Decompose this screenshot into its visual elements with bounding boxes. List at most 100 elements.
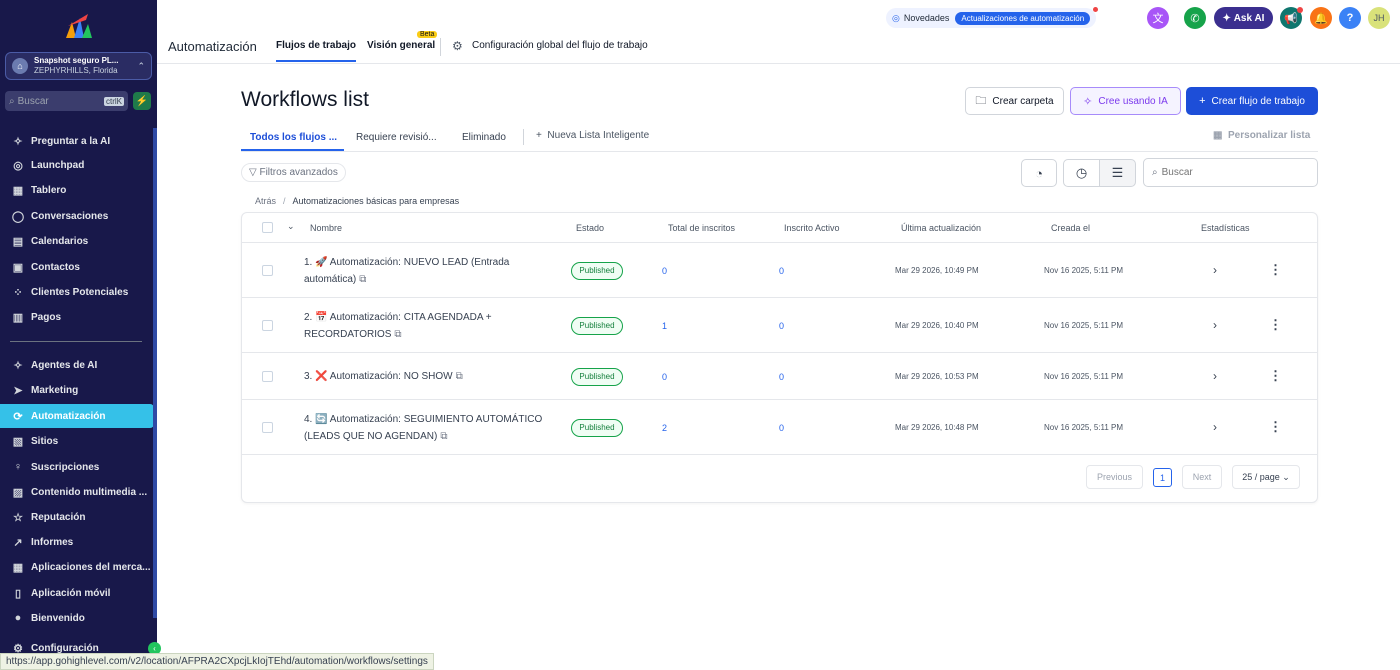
row-checkbox[interactable] [262,370,273,382]
sidebar-item-bienvenido[interactable]: ● Bienvenido [0,606,154,630]
total-enrolled[interactable]: 1 [662,321,667,331]
sparkle-icon: ✧ [13,135,23,148]
chevron-right-icon[interactable]: › [1213,263,1217,277]
bell-icon[interactable]: 🔔 [1310,7,1332,29]
sidebar-item-suscripciones[interactable]: ♀ Suscripciones [0,455,154,479]
sidebar-item-launchpad[interactable]: ◎ Launchpad [0,153,154,177]
previous-page-button[interactable]: Previous [1086,465,1143,489]
workflow-search[interactable]: ⌕ [1143,158,1318,187]
sidebar-item-agentes-de-ai[interactable]: ✧ Agentes de AI [0,353,154,377]
app-logo-icon[interactable] [62,12,94,40]
advanced-filters-button[interactable]: ▽ Filtros avanzados [241,163,346,182]
next-page-button[interactable]: Next [1182,465,1222,489]
workflow-search-input[interactable] [1161,167,1302,178]
table-row[interactable]: 2. 📅 Automatización: CITA AGENDADA + REC… [242,298,1317,353]
col-name[interactable]: Nombre [310,223,342,233]
help-icon[interactable]: ? [1339,7,1361,29]
workflow-name-link[interactable]: 1. 🚀 Automatización: NUEVO LEAD (Entrada… [304,254,552,288]
more-options-icon[interactable]: ⋮ [1269,419,1282,435]
sidebar-item-aplicaciones-del-merca[interactable]: ▦ Aplicaciones del merca... [0,555,154,579]
sidebar-item-calendarios[interactable]: ▤ Calendarios [0,229,154,253]
chevron-right-icon[interactable]: › [1213,420,1217,434]
phone-icon[interactable]: ✆ [1184,7,1206,29]
sidebar-item-informes[interactable]: ↗ Informes [0,530,154,554]
new-smart-list-button[interactable]: + Nueva Lista Inteligente [536,130,649,141]
table-row[interactable]: 1. 🚀 Automatización: NUEVO LEAD (Entrada… [242,243,1317,298]
create-folder-button[interactable]: 🗀 Crear carpeta [965,87,1064,115]
chevron-right-icon[interactable]: › [1213,318,1217,332]
avatar[interactable]: JH [1368,7,1390,29]
chevron-right-icon[interactable]: › [1213,369,1217,383]
translate-icon[interactable]: 文 [1147,7,1169,29]
history-icon[interactable]: ◔ [1021,159,1057,187]
tab-overview[interactable]: Visión general [367,40,435,62]
more-options-icon[interactable]: ⋮ [1269,368,1282,384]
sidebar-item-tablero[interactable]: ▦ Tablero [0,178,154,202]
workflow-name-link[interactable]: 4. 🔄 Automatización: SEGUIMIENTO AUTOMÁT… [304,411,552,445]
sidebar-item-clientes-potenciales[interactable]: ⁘ Clientes Potenciales [0,280,154,304]
more-options-icon[interactable]: ⋮ [1269,262,1282,278]
list-view-icon[interactable]: ☰ [1099,159,1136,187]
chevron-down-icon[interactable]: ⌄ [287,221,295,232]
status-badge: Published [571,418,623,437]
row-checkbox[interactable] [262,421,273,433]
sidebar-item-conversaciones[interactable]: ◯ Conversaciones [0,204,154,228]
sidebar-item-marketing[interactable]: ➤ Marketing [0,378,154,402]
external-link-icon[interactable]: ⧉ [394,329,401,340]
customize-list-button[interactable]: ▦ Personalizar lista [1213,130,1310,141]
col-created[interactable]: Creada el [1051,223,1090,233]
table-row[interactable]: 3. ❌ Automatización: NO SHOW ⧉ Published 0 0… [242,353,1317,400]
current-page[interactable]: 1 [1153,468,1172,487]
sidebar-item-pagos[interactable]: ▥ Pagos [0,305,154,329]
tab-workflows[interactable]: Flujos de trabajo [276,40,357,62]
sidebar-item-contenido-multimedia[interactable]: ▨ Contenido multimedia ... [0,480,154,504]
sidebar-item-contactos[interactable]: ▣ Contactos [0,255,154,279]
workflow-name-link[interactable]: 2. 📅 Automatización: CITA AGENDADA + REC… [304,309,552,343]
news-button[interactable]: ◎ Novedades Actualizaciones de automatiz… [886,7,1099,28]
tab-all-workflows[interactable]: Todos los flujos ... [250,132,337,143]
col-last-updated[interactable]: Última actualización [901,223,981,233]
sparkle-icon: ✧ [1083,95,1093,108]
tab-deleted[interactable]: Eliminado [462,132,506,143]
sidebar-item-reputación[interactable]: ☆ Reputación [0,505,154,529]
workflow-name-link[interactable]: 3. ❌ Automatización: NO SHOW ⧉ [304,368,552,385]
more-options-icon[interactable]: ⋮ [1269,317,1282,333]
sidebar-scrollbar[interactable] [153,128,157,618]
breadcrumb-back[interactable]: Atrás [255,196,276,206]
select-all-checkbox[interactable] [262,222,273,233]
table-row[interactable]: 4. 🔄 Automatización: SEGUIMIENTO AUTOMÁT… [242,400,1317,455]
sidebar-item-automatización[interactable]: ⟳ Automatización [0,404,154,428]
active-enrolled[interactable]: 0 [779,266,784,276]
total-enrolled[interactable]: 2 [662,423,667,433]
sparkle-icon: ✦ [1222,12,1234,24]
external-link-icon[interactable]: ⧉ [456,371,463,382]
active-enrolled[interactable]: 0 [779,321,784,331]
page-size-select[interactable]: 25 / page ⌄ [1232,465,1300,489]
filter-icon: ▽ [249,167,260,178]
clock-icon[interactable]: ◷ [1063,159,1100,187]
location-switcher[interactable]: ⌂ Snapshot seguro PL... ZEPHYRHILLS, Flo… [5,52,152,80]
tab-needs-review[interactable]: Requiere revisió... [356,132,437,143]
sidebar-search[interactable]: ⌕ Buscar ctrlK [5,91,128,111]
row-checkbox[interactable] [262,264,273,276]
quick-action-bolt-icon[interactable]: ⚡ [133,92,151,110]
sidebar-item-preguntar-a-la-ai[interactable]: ✧ Preguntar a la AI [0,129,154,153]
sidebar-item-sitios[interactable]: ▧ Sitios [0,429,154,453]
total-enrolled[interactable]: 0 [662,372,667,382]
col-total-enrolled[interactable]: Total de inscritos [668,223,735,233]
create-workflow-button[interactable]: + Crear flujo de trabajo [1186,87,1318,115]
gear-icon[interactable]: ⚙ [452,39,463,53]
active-enrolled[interactable]: 0 [779,423,784,433]
row-checkbox[interactable] [262,319,273,331]
ask-ai-button[interactable]: ✦ Ask AI [1214,7,1273,29]
create-with-ai-button[interactable]: ✧ Cree usando IA [1070,87,1181,115]
total-enrolled[interactable]: 0 [662,266,667,276]
global-settings-link[interactable]: Configuración global del flujo de trabaj… [472,40,648,62]
sidebar-item-aplicación-móvil[interactable]: ▯ Aplicación móvil [0,581,154,605]
col-active-enrolled[interactable]: Inscrito Activo [784,223,840,233]
external-link-icon[interactable]: ⧉ [359,274,366,285]
sidebar-item-label: Bienvenido [31,612,85,624]
col-status[interactable]: Estado [576,223,604,233]
external-link-icon[interactable]: ⧉ [440,431,447,442]
active-enrolled[interactable]: 0 [779,372,784,382]
